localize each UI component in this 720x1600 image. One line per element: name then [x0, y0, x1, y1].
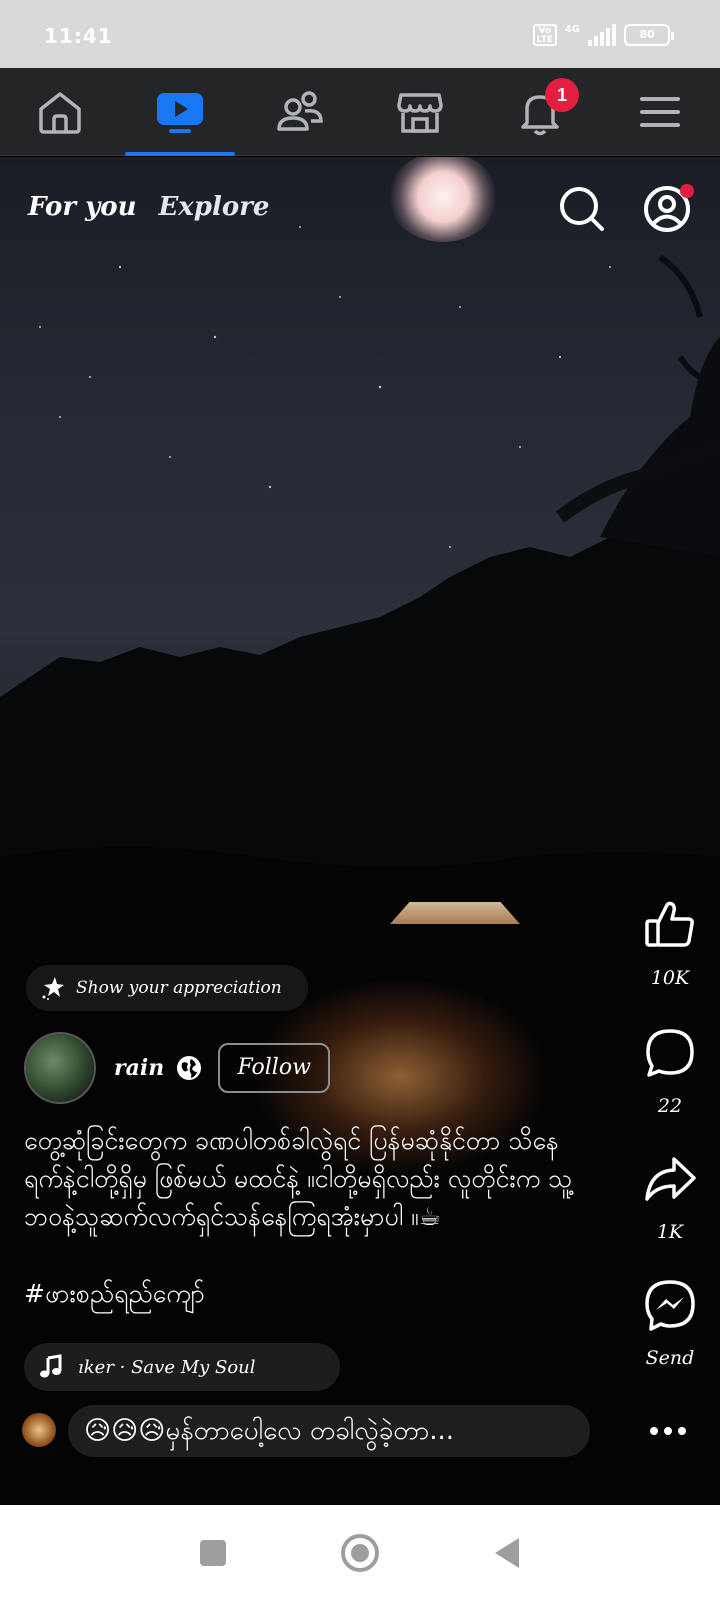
tab-for-you[interactable]: For you [28, 192, 136, 222]
more-dot-icon [678, 1427, 686, 1435]
share-icon [645, 1157, 696, 1201]
share-button[interactable]: 1K [620, 1151, 720, 1243]
back-triangle-icon [494, 1537, 519, 1568]
menu-icon [640, 96, 680, 127]
recents-button[interactable] [188, 1528, 238, 1578]
post-caption[interactable]: တွေ့ဆုံခြင်းတွေက ခဏပါတစ်ခါလွဲရင် ပြန်မဆု… [24, 1122, 584, 1236]
battery-icon: 80 [624, 24, 674, 46]
nav-notifications[interactable]: 1 [485, 68, 595, 156]
music-title: ıker · Save My Soul [78, 1356, 256, 1378]
marketplace-icon [397, 92, 443, 133]
comment-text[interactable]: 😥😥😥မှန်တာပေါ့လေ တခါလွဲခဲ့တာ... [68, 1405, 590, 1457]
status-time: 11:41 [44, 24, 113, 48]
video-player[interactable]: For you Explore 10K 22 1K Send Show your… [0, 157, 720, 1505]
author-avatar[interactable] [24, 1032, 96, 1104]
status-icons: Vo LTE 4G 80 [532, 23, 674, 46]
nav-friends[interactable] [245, 68, 355, 156]
comment-icon [646, 1029, 694, 1077]
search-button[interactable] [555, 182, 609, 236]
like-button[interactable]: 10K [620, 897, 720, 989]
thumbs-up-icon [645, 901, 694, 947]
tab-explore[interactable]: Explore [158, 192, 269, 222]
home-icon [39, 91, 81, 134]
profile-button[interactable] [640, 182, 694, 236]
video-icon [157, 92, 203, 133]
top-nav: 1 [0, 68, 720, 156]
tent-light [390, 902, 520, 924]
more-dot-icon [650, 1427, 658, 1435]
back-button[interactable] [482, 1528, 532, 1578]
more-options-button[interactable] [638, 1419, 698, 1443]
comment-button[interactable]: 22 [620, 1025, 720, 1117]
post-hashtag[interactable]: #ဖားစည်ရည်ကျော် [24, 1275, 205, 1313]
globe-icon [177, 1056, 202, 1080]
circle-home-icon [340, 1533, 379, 1572]
profile-notification-dot [680, 184, 694, 198]
author-name[interactable]: rain [114, 1055, 164, 1081]
messenger-icon [645, 1280, 695, 1331]
nav-video[interactable] [125, 68, 235, 156]
battery-level: 80 [639, 28, 655, 41]
volte-icon: Vo LTE [532, 24, 557, 46]
nav-home[interactable] [5, 68, 115, 156]
author-row: rain Follow [24, 1032, 331, 1104]
nav-menu[interactable] [605, 68, 715, 156]
send-label: Send [645, 1347, 695, 1369]
share-count: 1K [656, 1221, 684, 1243]
friends-icon [277, 90, 323, 131]
search-icon [560, 187, 604, 231]
follow-button[interactable]: Follow [218, 1043, 331, 1093]
feed-tabs: For you Explore [28, 192, 269, 222]
send-button[interactable]: Send [620, 1277, 720, 1369]
comment-preview[interactable]: 😥😥😥မှန်တာပေါ့လေ တခါလွဲခဲ့တာ... [22, 1405, 702, 1457]
more-dot-icon [664, 1427, 672, 1435]
square-icon [200, 1539, 227, 1566]
signal-icon [588, 24, 616, 46]
network-type: 4G [564, 23, 580, 35]
sparkle-star-icon [42, 977, 64, 1000]
status-bar: 11:41 Vo LTE 4G 80 [0, 0, 720, 68]
home-system-button[interactable] [335, 1528, 385, 1578]
notification-badge: 1 [545, 77, 579, 112]
like-count: 10K [650, 967, 690, 989]
appreciation-label: Show your appreciation [76, 978, 282, 998]
system-nav-bar [0, 1505, 720, 1600]
nav-marketplace[interactable] [365, 68, 475, 156]
appreciation-prompt[interactable]: Show your appreciation [26, 965, 308, 1011]
commenter-avatar [22, 1413, 56, 1447]
comment-count: 22 [657, 1095, 683, 1117]
music-track[interactable]: ıker · Save My Soul [24, 1343, 340, 1391]
music-note-icon [40, 1354, 62, 1378]
